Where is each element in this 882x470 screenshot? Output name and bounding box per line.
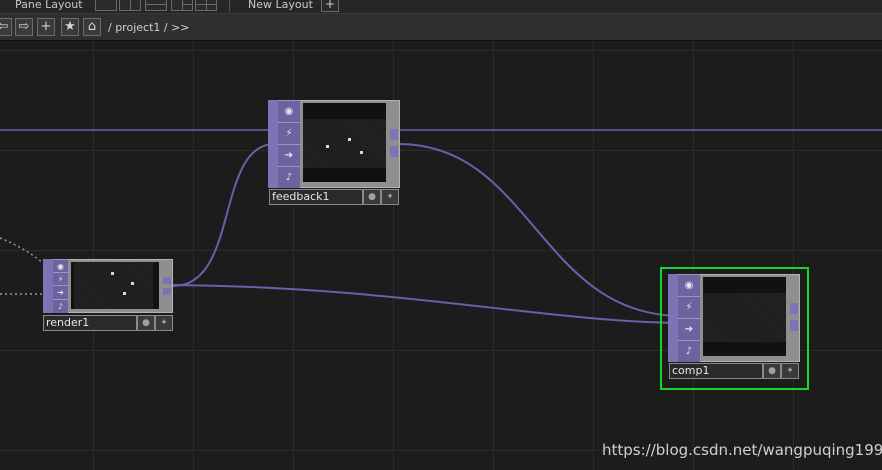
node-output-port[interactable] [790, 303, 798, 314]
pane-layout-bar: Pane Layout New Layout + [0, 0, 882, 14]
node-viewer-icon[interactable]: ◉ [53, 259, 68, 272]
node-lock-icon[interactable]: ♪ [53, 299, 68, 313]
wire-render-to-feedback[interactable] [172, 143, 276, 287]
node-bypass-icon[interactable]: ⚡ [278, 122, 300, 144]
node-cook-icon[interactable]: ➔ [278, 144, 300, 166]
pane-layout-label: Pane Layout [15, 0, 83, 11]
node-name-label[interactable]: render1 [43, 315, 137, 331]
node-bypass-icon[interactable]: ⚡ [678, 296, 700, 318]
node-render-flag-icon[interactable]: ✦ [381, 189, 399, 205]
node-input-port[interactable] [668, 312, 678, 326]
node-display-flag-icon[interactable]: ● [763, 363, 781, 379]
add-icon[interactable]: + [37, 18, 55, 36]
node-name-label[interactable]: comp1 [669, 363, 763, 379]
node-output-port[interactable] [790, 320, 798, 331]
wire-render-camera-input[interactable] [0, 237, 44, 264]
node-preview [71, 262, 159, 309]
toolbar-separator [229, 0, 230, 12]
home-icon[interactable]: ⌂ [83, 18, 101, 36]
layout-four-pane-button[interactable] [195, 0, 217, 11]
node-output-port[interactable] [163, 277, 171, 284]
node-render-flag-icon[interactable]: ✦ [781, 363, 799, 379]
node-display-flag-icon[interactable]: ● [363, 189, 381, 205]
node-output-port[interactable] [390, 146, 398, 157]
node-lock-icon[interactable]: ♪ [678, 340, 700, 362]
layout-split-horizontal-button[interactable] [145, 0, 167, 11]
layout-single-button[interactable] [95, 0, 117, 11]
back-icon[interactable]: ⇦ [0, 18, 12, 36]
network-nav-bar: ⇦ ⇨ + ★ ⌂ / project1 / >> [0, 14, 882, 41]
wire-layer [0, 129, 882, 324]
node-output-port[interactable] [163, 288, 171, 295]
node-name-label[interactable]: feedback1 [269, 189, 363, 205]
node-preview [303, 103, 386, 182]
forward-icon[interactable]: ⇨ [15, 18, 33, 36]
watermark-url: https://blog.csdn.net/wangpuqing1997 [602, 441, 882, 459]
layout-split-vertical-button[interactable] [119, 0, 141, 11]
node-lock-icon[interactable]: ♪ [278, 166, 300, 188]
node-input-port[interactable] [268, 138, 278, 145]
node-preview [703, 277, 786, 356]
node-viewer-icon[interactable]: ◉ [678, 274, 700, 296]
star-icon[interactable]: ★ [61, 18, 79, 36]
network-path[interactable]: / project1 / >> [108, 21, 190, 34]
new-layout-button[interactable]: + [321, 0, 339, 12]
wire-feedback-to-comp[interactable] [398, 143, 679, 317]
wire-render-to-comp[interactable] [172, 284, 679, 324]
node-bypass-icon[interactable]: ⚡ [53, 272, 68, 285]
node-viewer-icon[interactable]: ◉ [278, 100, 300, 122]
node-output-port[interactable] [390, 129, 398, 140]
node-display-flag-icon[interactable]: ● [137, 315, 155, 331]
network-editor[interactable]: ◉ ⚡ ➔ ♪ feedback1 ● ✦ ◉ ⚡ ➔ ♪ render1 ● … [0, 41, 882, 470]
node-cook-icon[interactable]: ➔ [678, 318, 700, 340]
node-render-flag-icon[interactable]: ✦ [155, 315, 173, 331]
layout-three-pane-button[interactable] [171, 0, 193, 11]
new-layout-label: New Layout [248, 0, 313, 11]
node-cook-icon[interactable]: ➔ [53, 285, 68, 299]
